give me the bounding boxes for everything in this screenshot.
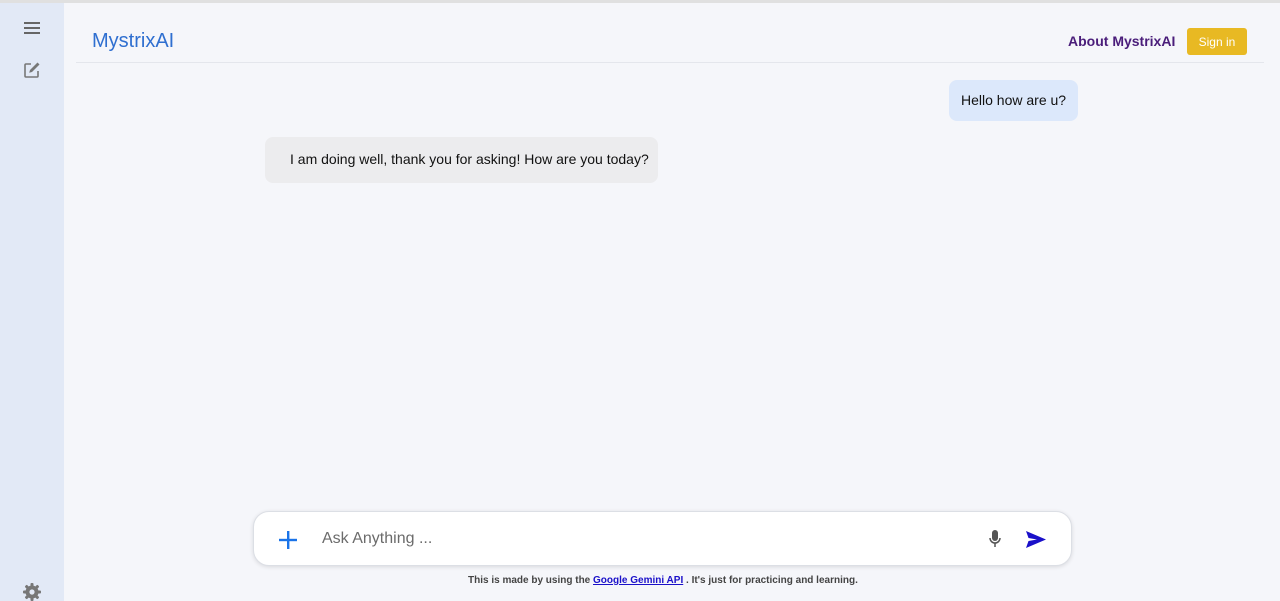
user-message: Hello how are u? xyxy=(949,80,1079,121)
send-icon[interactable] xyxy=(1025,529,1047,549)
footer-note: This is made by using the Google Gemini … xyxy=(468,575,858,586)
footer-suffix: . It's just for practicing and learning. xyxy=(686,575,858,586)
sign-in-button[interactable]: Sign in xyxy=(1187,28,1247,55)
gear-icon[interactable] xyxy=(22,582,42,601)
footer-prefix: This is made by using the xyxy=(468,575,591,586)
hamburger-menu-icon[interactable] xyxy=(22,18,42,38)
ask-input[interactable] xyxy=(322,524,962,554)
sidebar xyxy=(0,3,64,601)
edit-icon[interactable] xyxy=(22,60,42,80)
assistant-message: I am doing well, thank you for asking! H… xyxy=(265,137,658,183)
about-link[interactable]: About MystrixAI xyxy=(1068,33,1175,49)
header: MystrixAI About MystrixAI Sign in xyxy=(76,3,1264,63)
gemini-api-link[interactable]: Google Gemini API xyxy=(593,575,683,586)
app-logo[interactable]: MystrixAI xyxy=(92,30,174,53)
main-area: MystrixAI About MystrixAI Sign in Hello … xyxy=(64,3,1280,601)
chat-composer xyxy=(253,511,1072,566)
plus-icon[interactable] xyxy=(276,528,300,552)
microphone-icon[interactable] xyxy=(986,529,1004,549)
